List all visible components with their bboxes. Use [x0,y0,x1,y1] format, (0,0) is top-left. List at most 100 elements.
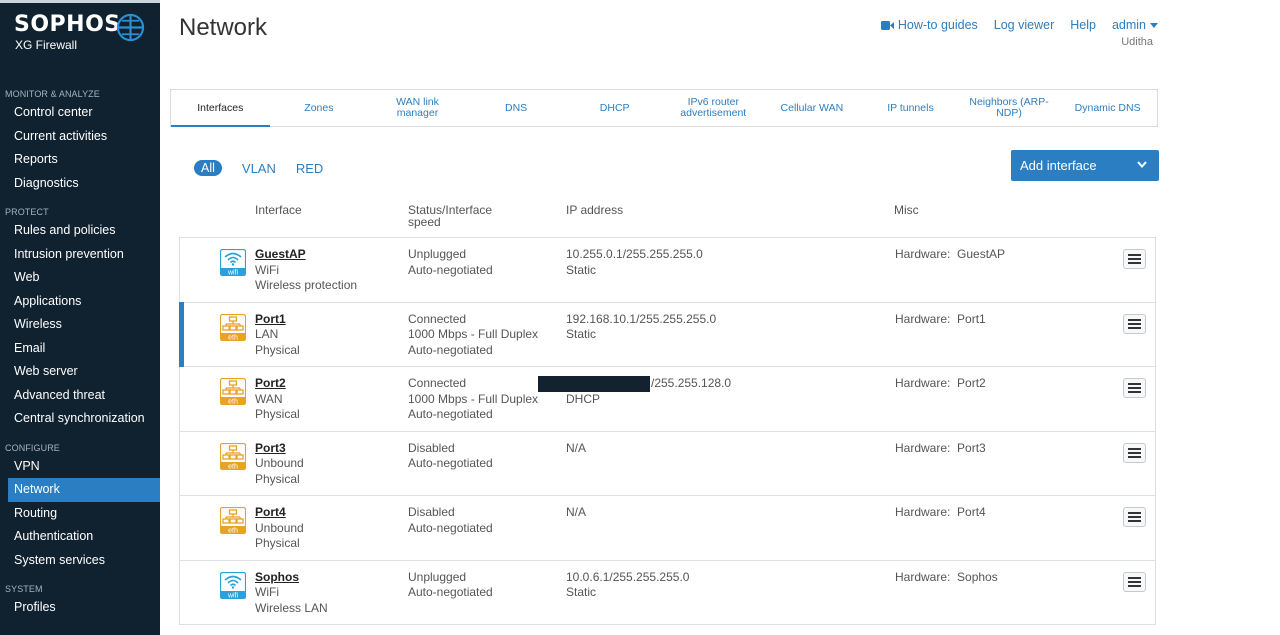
sidebar-item-applications[interactable]: Applications [0,290,160,314]
interface-name-link[interactable]: GuestAP [255,247,357,263]
misc-cell: Hardware: Sophos [895,570,998,586]
interface-badge: wifi [227,592,239,599]
interface-cell: GuestAP WiFi Wireless protection [255,247,357,294]
sidebar-item-web[interactable]: Web [0,266,160,290]
sidebar-item-system-services[interactable]: System services [0,549,160,573]
wifi-icon: wifi [220,249,246,276]
menu-bar [1128,254,1141,256]
sidebar-item-rules-and-policies[interactable]: Rules and policies [0,219,160,243]
sidebar-item-email[interactable]: Email [0,337,160,361]
row-menu-button[interactable] [1123,442,1146,463]
table-row[interactable]: eth Port2 WAN Physical Connected 1000 Mbp… [180,367,1155,432]
misc-cell: Hardware: Port3 [895,441,986,457]
sidebar-item-wireless[interactable]: Wireless [0,313,160,337]
table-row[interactable]: eth Port4 Unbound Physical Disabled Auto-… [180,496,1155,561]
interface-cell: Port4 Unbound Physical [255,505,304,552]
row-menu-button[interactable] [1123,313,1146,334]
sidebar-item-central-synchronization[interactable]: Central synchronization [0,407,160,431]
sidebar-item-authentication[interactable]: Authentication [0,525,160,549]
sidebar-item-diagnostics[interactable]: Diagnostics [0,172,160,196]
row-menu-button[interactable] [1123,378,1146,398]
tab-bar: Interfaces Zones WAN link manager DNS DHCP IP… [170,89,1158,127]
ip-mode: Static [566,327,597,341]
interface-name-link[interactable]: Port1 [255,312,300,328]
sidebar-item-profiles[interactable]: Profiles [0,596,160,620]
interface-name-link[interactable]: Port4 [255,505,304,521]
ip-address: N/A [566,440,587,455]
sidebar-item-control-center[interactable]: Control center [0,101,160,125]
filter-red[interactable]: RED [296,161,323,176]
ip-cell: 192.168.10.1/255.255.255.0 Static [566,312,716,343]
status-cell: Disabled Auto-negotiated [408,505,493,536]
hardware-value: GuestAP [957,247,1006,261]
nav-section-title: CONFIGURE [5,442,60,453]
status-cell: Connected 1000 Mbps - Full Duplex Auto-neg… [408,312,538,359]
row-menu-button[interactable] [1123,507,1146,527]
interface-name-link[interactable]: Sophos [255,570,328,586]
sidebar-item-network[interactable]: Network [8,478,160,502]
tab-neighbors-arp-ndp[interactable]: Neighbors (ARP-NDP) [960,90,1059,126]
menu-bar [1128,391,1141,393]
menu-bar [1128,520,1141,522]
interface-kind: Physical [255,407,300,421]
tab-interfaces[interactable]: Interfaces [171,90,270,127]
sidebar-nav: MONITOR & ANALYZE Control center Current a… [0,87,160,626]
tab-dynamic-dns[interactable]: Dynamic DNS [1058,90,1157,126]
menu-bar [1128,584,1141,587]
interface-zone: Unbound [255,520,304,535]
hardware-value: Port4 [957,505,986,519]
tab-cellular-wan[interactable]: Cellular WAN [763,90,862,126]
tab-ipv6-router-advertisement[interactable]: IPv6 router advertisement [664,90,763,126]
sidebar: SOPHOS XG Firewall MONITOR & ANALYZE Cont… [0,0,160,635]
brand[interactable]: SOPHOS XG Firewall [0,3,160,83]
help-link[interactable]: Help [1070,18,1096,32]
interface-icon: eth [220,507,246,534]
column-misc: Misc [894,203,919,217]
menu-bar [1128,512,1141,514]
hardware-value: Port3 [957,440,986,455]
interface-name-link[interactable]: Port2 [255,376,300,392]
menu-bar [1128,580,1141,583]
ip-address: /255.255.128.0 [538,376,732,392]
how-to-guides-link[interactable]: How-to guides [880,18,978,32]
user-menu[interactable]: admin [1112,18,1158,32]
sidebar-item-advanced-threat[interactable]: Advanced threat [0,384,160,408]
tab-dhcp[interactable]: DHCP [565,90,664,126]
sidebar-item-routing[interactable]: Routing [0,502,160,526]
video-camera-icon [880,21,894,31]
interface-kind: Physical [255,342,300,357]
sidebar-item-vpn[interactable]: VPN [0,455,160,479]
ethernet-icon: eth [220,507,246,534]
tab-dns[interactable]: DNS [467,90,566,126]
table-row[interactable]: wifi GuestAP WiFi Wireless protection Un… [180,238,1155,303]
interface-name-link[interactable]: Port3 [255,441,304,457]
table-row[interactable]: eth Port1 LAN Physical Connected 1000 Mbp… [179,301,1155,367]
sophos-logo-icon [116,13,145,42]
tab-ip-tunnels[interactable]: IP tunnels [861,90,960,126]
log-viewer-link[interactable]: Log viewer [994,18,1054,32]
interface-badge: eth [228,527,238,534]
row-menu-button[interactable] [1123,249,1146,269]
sidebar-item-current-activities[interactable]: Current activities [0,125,160,149]
tab-wan-link-manager[interactable]: WAN link manager [368,90,467,126]
nav-section-title: MONITOR & ANALYZE [5,89,100,99]
filter-all[interactable]: All [194,160,222,176]
sidebar-item-intrusion-prevention[interactable]: Intrusion prevention [0,243,160,267]
ip-mask: /255.255.128.0 [651,376,732,390]
table-row[interactable]: eth Port3 Unbound Physical Disabled Auto-… [180,432,1155,496]
sidebar-item-web-server[interactable]: Web server [0,360,160,384]
interface-cell: Port3 Unbound Physical [255,441,304,488]
row-menu-button[interactable] [1123,571,1146,592]
status-line: 1000 Mbps - Full Duplex [408,391,539,406]
filter-vlan[interactable]: VLAN [242,161,276,176]
add-interface-button[interactable]: Add interface [1011,150,1159,181]
sidebar-item-reports[interactable]: Reports [0,148,160,172]
ip-cell: 10.255.0.1/255.255.255.0 Static [566,247,703,278]
tab-zones[interactable]: Zones [270,90,369,126]
table-row[interactable]: wifi Sophos WiFi Wireless LAN Unplugged A… [180,561,1155,624]
interface-zone: WiFi [255,262,279,277]
interface-icon: eth [220,313,246,341]
misc-cell: Hardware: Port4 [895,505,986,521]
status-line: Auto-negotiated [408,520,493,535]
